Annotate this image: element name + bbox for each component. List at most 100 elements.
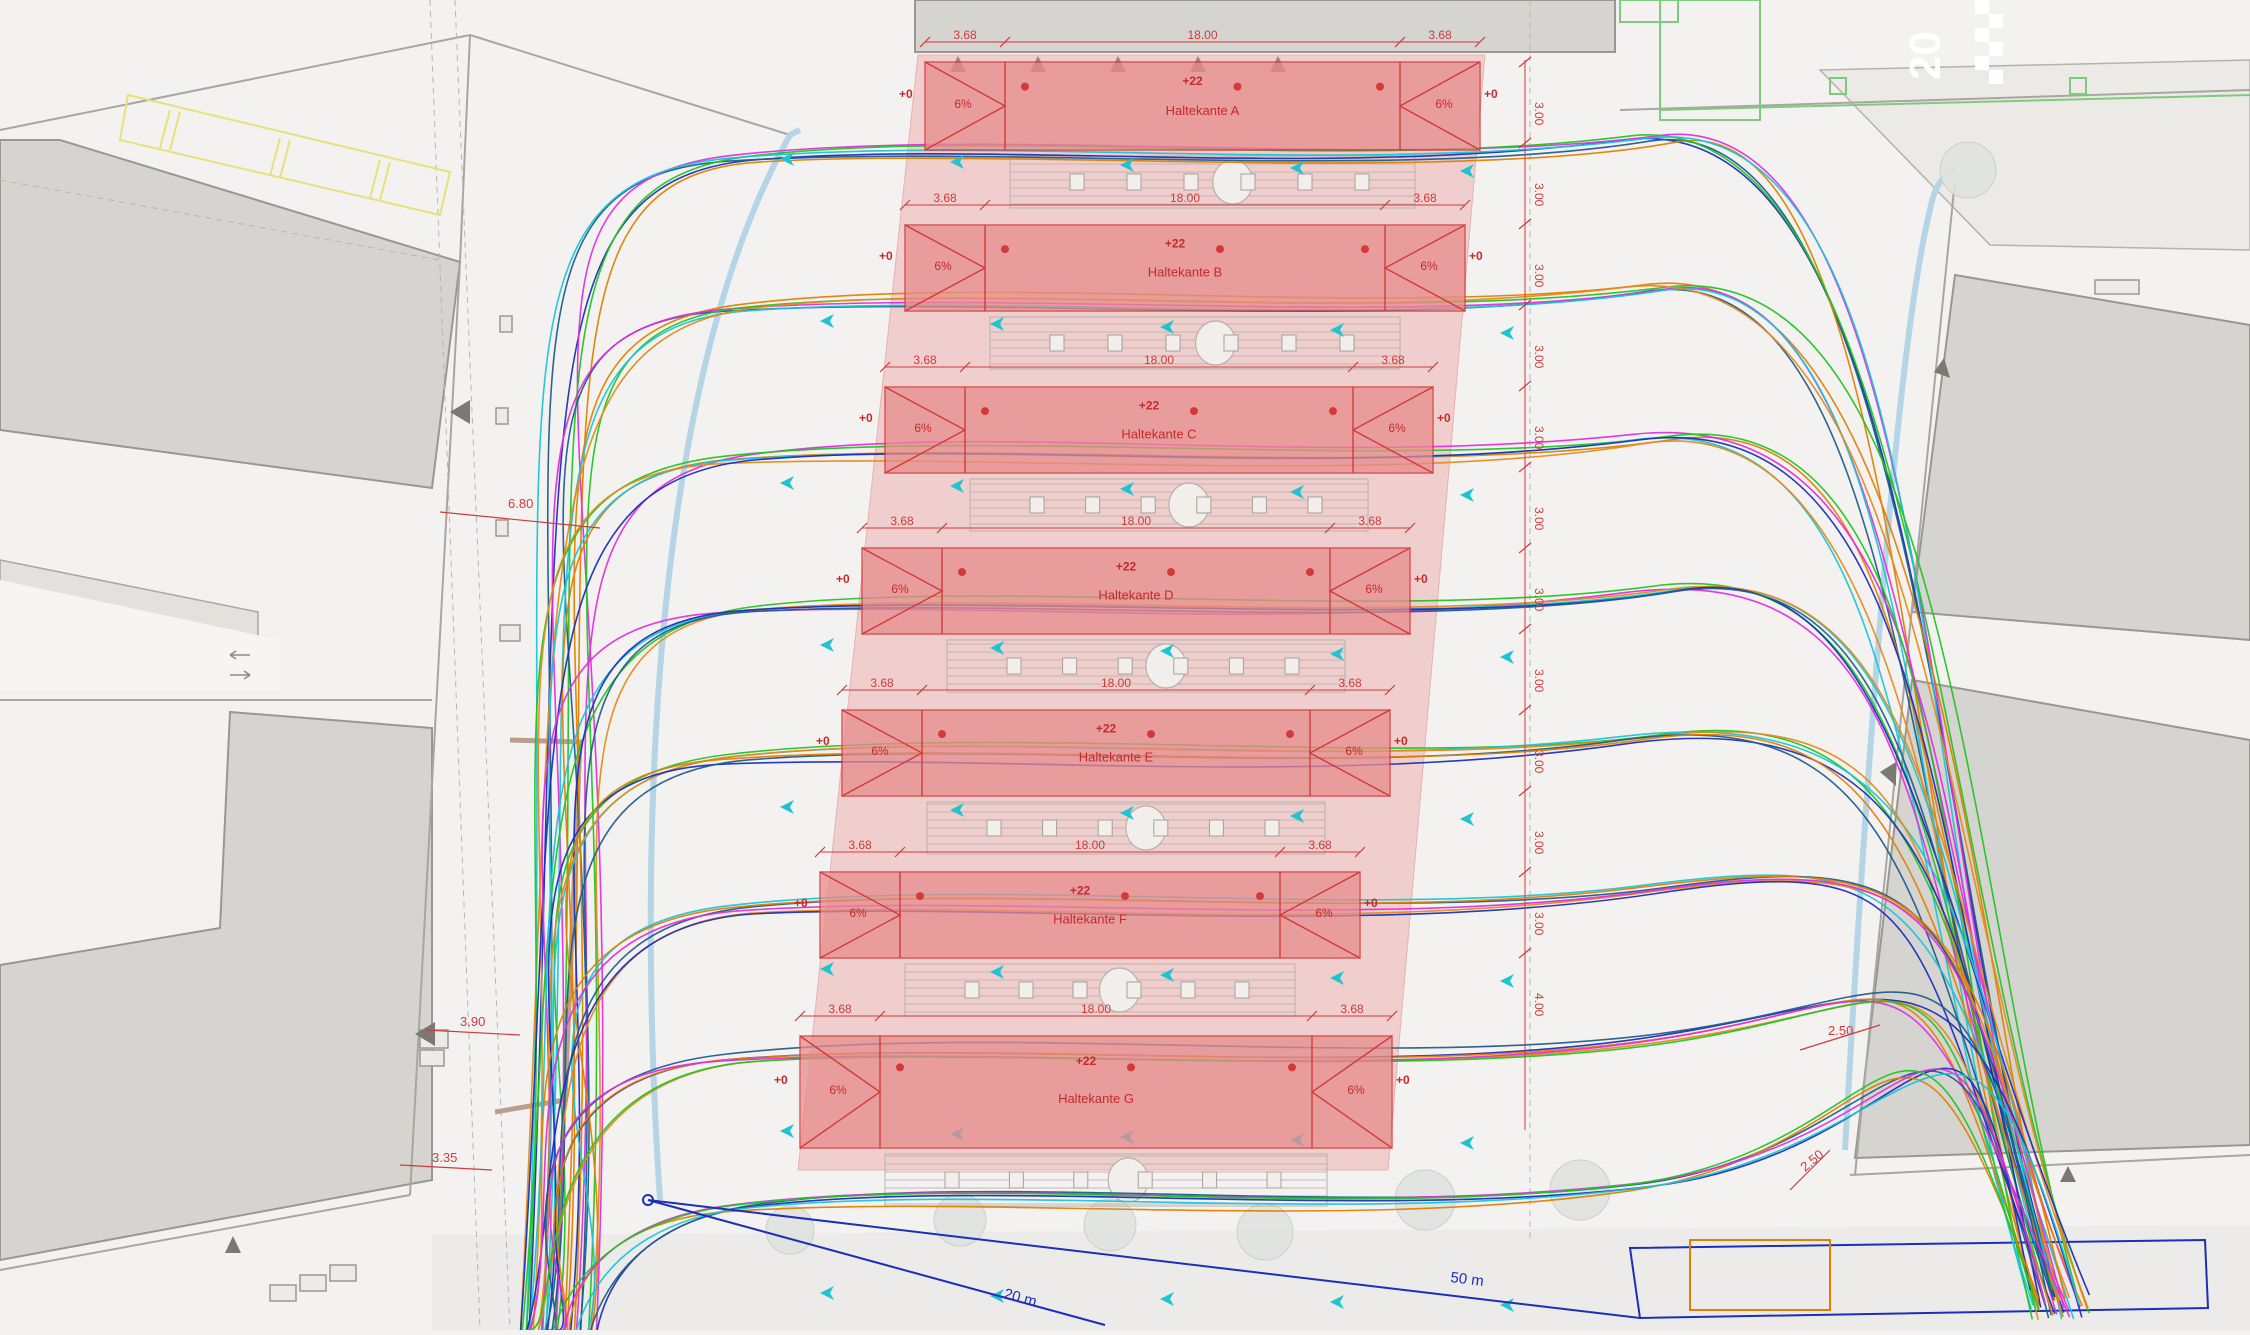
platform-zero-left: +0 (794, 896, 808, 910)
island-bench (1069, 173, 1085, 191)
platform-stop-marker (1288, 1063, 1296, 1072)
lane-width-label: 3.00 (1532, 183, 1546, 207)
platform-stop-marker (1216, 245, 1224, 254)
platform-name: Haltekante D (1098, 588, 1173, 603)
lane-width-label: 3.00 (1532, 426, 1546, 450)
island-bench (1018, 981, 1034, 999)
road-bottom (432, 1225, 2250, 1330)
island-bench (1180, 981, 1196, 999)
island-bench (1354, 173, 1370, 191)
island-bench (1008, 1171, 1024, 1189)
ramp-length-left: 3.68 (870, 676, 894, 690)
island-bench (986, 819, 1002, 837)
lane-width-label: 3.00 (1532, 264, 1546, 288)
platform-height: +22 (1096, 721, 1117, 735)
platform-length: 18.00 (1170, 191, 1200, 205)
island-bench (1137, 1171, 1153, 1189)
platform-name: Haltekante A (1166, 103, 1240, 118)
ramp-slope-right: 6% (1388, 421, 1406, 435)
island-bench (1049, 334, 1065, 352)
island-bench (1297, 173, 1313, 191)
ramp-length-right: 3.68 (1413, 191, 1437, 205)
ramp-slope-right: 6% (1435, 97, 1453, 111)
platform-stop-marker (938, 730, 946, 739)
platform-zero-right: +0 (1484, 87, 1498, 101)
ramp-length-right: 3.68 (1308, 838, 1332, 852)
island-bench (1264, 819, 1280, 837)
ramp-length-left: 3.68 (890, 514, 914, 528)
ramp-length-left: 3.68 (953, 28, 977, 42)
island-bench (1042, 819, 1058, 837)
platform-zero-left: +0 (816, 734, 830, 748)
platform-zero-right: +0 (1396, 1073, 1410, 1087)
island-bench (1223, 334, 1239, 352)
lane-width-label: 3.00 (1532, 831, 1546, 855)
ramp-slope-left: 6% (849, 906, 867, 920)
ramp-length-left: 3.68 (913, 353, 937, 367)
left-width-top-label: 6.80 (508, 496, 533, 511)
platform-zero-right: +0 (1469, 249, 1483, 263)
platform-length: 18.00 (1121, 514, 1151, 528)
platform-stop-marker (1190, 407, 1198, 416)
ramp-slope-right: 6% (1420, 259, 1438, 273)
island-bench (1153, 819, 1169, 837)
island-bench (1339, 334, 1355, 352)
ramp-length-left: 3.68 (828, 1002, 852, 1016)
platform-length: 18.00 (1081, 1002, 1111, 1016)
platform-length: 18.00 (1187, 28, 1217, 42)
ramp-length-left: 3.68 (933, 191, 957, 205)
island-bench (1107, 334, 1123, 352)
island-bench (1228, 657, 1244, 675)
lane-width-label: 3.00 (1532, 345, 1546, 369)
island-bench (1240, 173, 1256, 191)
platform-height: +22 (1182, 74, 1203, 88)
bus-station-plan: 20 Haltekante A+22+0 +06% 6%3.68 18.00 3… (0, 0, 2250, 1335)
platform-stop-marker (916, 892, 924, 901)
right-width-a-label: 2.50 (1828, 1023, 1853, 1038)
road-marking-number: 20 (1901, 31, 1950, 80)
platform-height: +22 (1076, 1054, 1097, 1068)
platform-zero-right: +0 (1394, 734, 1408, 748)
platform-zero-left: +0 (774, 1073, 788, 1087)
lane-width-label: 3.00 (1532, 750, 1546, 774)
median-island (989, 316, 1401, 370)
platform-height: +22 (1139, 398, 1160, 412)
platform-stop-marker (1361, 245, 1369, 254)
site-plan: 20 Haltekante A +22 +0 +0 6% 6% 3.68 18.… (0, 0, 2250, 1335)
platform-stop-marker (1233, 82, 1242, 91)
platform-stop-marker (958, 568, 966, 577)
platform-stop-marker (1329, 407, 1337, 416)
ramp-slope-right: 6% (1347, 1083, 1365, 1097)
island-bench (1085, 496, 1101, 514)
island-bench (944, 1171, 960, 1189)
platform-zero-left: +0 (859, 411, 873, 425)
platform-name: Haltekante F (1053, 912, 1127, 927)
lane-width-label: 3.00 (1532, 669, 1546, 693)
ramp-length-right: 3.68 (1340, 1002, 1364, 1016)
ramp-slope-left: 6% (829, 1083, 847, 1097)
island-bench (1126, 981, 1142, 999)
building-right-upper (1910, 273, 2250, 642)
platform-name: Haltekante E (1079, 750, 1154, 765)
ramp-length-right: 3.68 (1358, 514, 1382, 528)
left-width-mid-label: 3.90 (460, 1014, 485, 1029)
lane-width-label: 3.00 (1532, 102, 1546, 126)
island-bench (1307, 496, 1323, 514)
ramp-slope-left: 6% (891, 582, 909, 596)
lane-width-label: 3.00 (1532, 507, 1546, 531)
platform-stop-marker (1147, 730, 1155, 739)
ramp-slope-right: 6% (1345, 744, 1363, 758)
ramp-length-right: 3.68 (1428, 28, 1452, 42)
median-island (926, 801, 1326, 855)
ramp-slope-left: 6% (954, 97, 972, 111)
island-bench (1097, 819, 1113, 837)
island-bench (1208, 819, 1224, 837)
platform-stop-marker (1021, 82, 1029, 91)
island-bench (1173, 657, 1189, 675)
island-bench (1117, 657, 1133, 675)
lane-width-label: 3.00 (1532, 912, 1546, 936)
lane-width-label: 4.00 (1532, 993, 1546, 1017)
platform-length: 18.00 (1101, 676, 1131, 690)
median-island (969, 478, 1369, 532)
platform-name: Haltekante C (1121, 427, 1196, 442)
